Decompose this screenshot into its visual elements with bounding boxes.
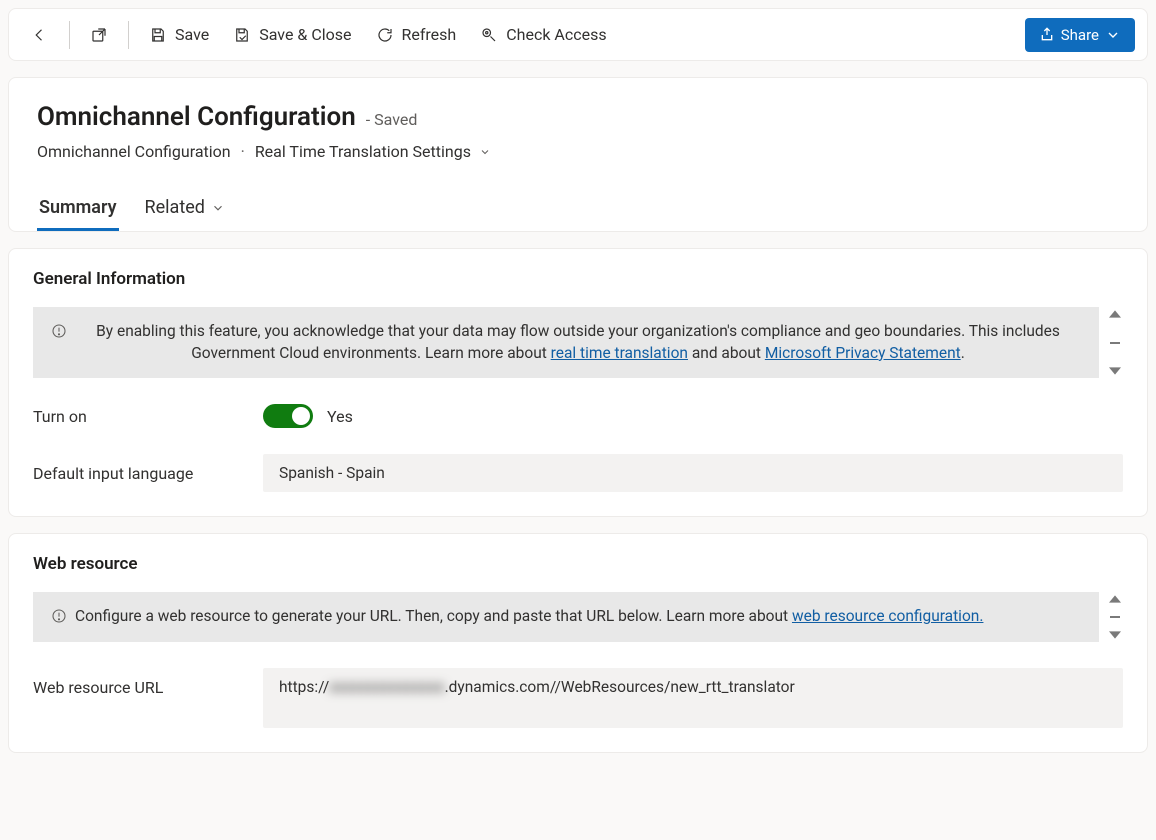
link-real-time-translation[interactable]: real time translation [551,344,688,362]
input-web-resource-url[interactable]: https://xxxxxxxxxxxxxxx.dynamics.com//We… [263,668,1123,728]
label-default-language: Default input language [33,464,263,483]
toggle-turn-on[interactable] [263,404,313,428]
save-button[interactable]: Save [139,17,219,52]
section-general-information: General Information By enabling this fea… [8,248,1148,517]
breadcrumb-separator: · [241,142,245,161]
tab-summary[interactable]: Summary [37,187,119,231]
separator [69,21,70,49]
check-access-button[interactable]: Check Access [470,17,616,52]
arrow-left-icon [31,26,49,44]
info-icon [51,608,67,628]
save-icon [149,26,167,44]
back-button[interactable] [21,18,59,52]
scrollbar-indicator[interactable] [1107,307,1123,378]
label-web-resource-url: Web resource URL [33,668,263,697]
input-default-language[interactable]: Spanish - Spain [263,454,1123,492]
tab-related[interactable]: Related [143,187,227,231]
info-banner-text: By enabling this feature, you acknowledg… [75,321,1081,364]
save-close-button[interactable]: Save & Close [223,17,361,52]
caret-down-icon [1109,630,1121,640]
tab-related-label: Related [145,197,205,218]
breadcrumb-entity: Omnichannel Configuration [37,142,231,161]
tab-summary-label: Summary [39,197,117,218]
url-redacted-segment: xxxxxxxxxxxxxxx [329,678,444,696]
chevron-down-icon [211,201,225,215]
breadcrumb-form-selector[interactable]: Real Time Translation Settings [255,142,491,161]
popout-icon [90,26,108,44]
info-banner-general: By enabling this feature, you acknowledg… [33,307,1099,378]
chevron-down-icon [1105,27,1121,43]
save-status: - Saved [366,110,418,129]
share-label: Share [1061,26,1099,44]
share-icon [1039,27,1055,43]
field-default-language: Default input language Spanish - Spain [33,454,1123,492]
info-banner-web-resource: Configure a web resource to generate you… [33,592,1099,642]
scroll-dash-icon [1110,616,1120,618]
info-banner-text: Configure a web resource to generate you… [75,606,983,628]
link-web-resource-config[interactable]: web resource configuration. [792,607,983,625]
section-title-general: General Information [33,269,1123,289]
label-turn-on: Turn on [33,407,263,426]
section-title-web-resource: Web resource [33,554,1123,574]
section-web-resource: Web resource Configure a web resource to… [8,533,1148,753]
separator [128,21,129,49]
popout-button[interactable] [80,18,118,52]
toggle-turn-on-value: Yes [327,407,353,426]
field-web-resource-url: Web resource URL https://xxxxxxxxxxxxxxx… [33,668,1123,728]
page-title: Omnichannel Configuration [37,102,356,132]
chevron-down-icon [479,146,491,158]
caret-up-icon [1109,594,1121,604]
tabs: Summary Related [37,187,1119,231]
command-bar: Save Save & Close Refresh Check Access S… [8,8,1148,61]
refresh-label: Refresh [402,25,457,44]
breadcrumb-form-name: Real Time Translation Settings [255,142,471,161]
link-privacy-statement[interactable]: Microsoft Privacy Statement [765,344,961,362]
refresh-icon [376,26,394,44]
record-header-card: Omnichannel Configuration - Saved Omnich… [8,77,1148,232]
caret-down-icon [1109,366,1121,376]
toggle-thumb [292,407,310,425]
info-icon [51,323,67,343]
scrollbar-indicator[interactable] [1107,592,1123,642]
breadcrumb: Omnichannel Configuration · Real Time Tr… [37,142,1119,161]
save-close-icon [233,26,251,44]
caret-up-icon [1109,309,1121,319]
check-access-label: Check Access [506,25,606,44]
refresh-button[interactable]: Refresh [366,17,467,52]
save-close-label: Save & Close [259,25,351,44]
scroll-dash-icon [1110,342,1120,344]
save-label: Save [175,25,209,44]
key-search-icon [480,26,498,44]
share-button[interactable]: Share [1025,18,1135,52]
field-turn-on: Turn on Yes [33,404,1123,428]
